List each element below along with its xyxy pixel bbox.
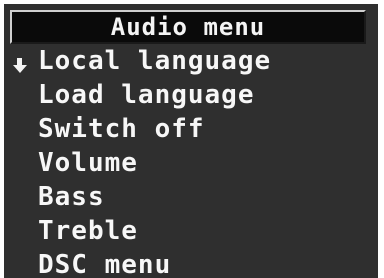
menu-item-switch-off[interactable]: Switch off (38, 112, 205, 146)
menu-item-bass[interactable]: Bass (38, 180, 105, 214)
menu-item-local-language[interactable]: Local language (38, 44, 271, 78)
menu-title-bar: Audio menu (10, 10, 366, 44)
osd-screen: Audio menu Local language Load language … (4, 4, 378, 278)
menu-item-dsc-menu[interactable]: DSC menu (38, 248, 171, 278)
menu-item-volume[interactable]: Volume (38, 146, 138, 180)
menu-item-load-language[interactable]: Load language (38, 78, 255, 112)
arrow-cursor-icon (13, 58, 27, 73)
menu-title: Audio menu (110, 13, 266, 41)
menu-item-treble[interactable]: Treble (38, 214, 138, 248)
